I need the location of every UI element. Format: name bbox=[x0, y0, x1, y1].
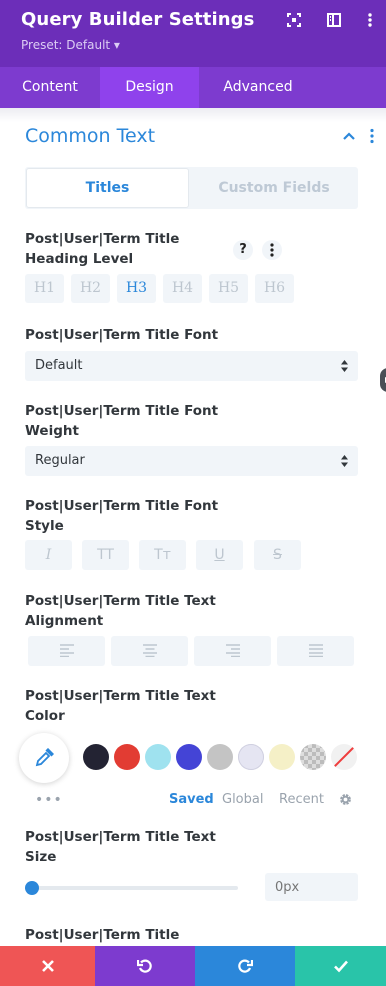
text-size-slider-track[interactable] bbox=[32, 886, 238, 890]
redo-icon bbox=[238, 959, 253, 973]
label-line: Alignment bbox=[25, 613, 104, 629]
color-swatch[interactable] bbox=[145, 744, 171, 770]
color-swatch[interactable] bbox=[238, 744, 264, 770]
font-select[interactable]: Default bbox=[25, 351, 358, 381]
help-icon[interactable]: ? bbox=[233, 240, 253, 260]
tab-design[interactable]: Design bbox=[100, 67, 199, 108]
color-swatch[interactable] bbox=[176, 744, 202, 770]
select-arrows-icon bbox=[341, 360, 348, 372]
subtab-custom-fields[interactable]: Custom Fields bbox=[191, 168, 357, 208]
text-size-input[interactable] bbox=[265, 873, 358, 901]
label-line: Post|User|Term Title Text bbox=[25, 829, 216, 845]
tab-shadow bbox=[0, 108, 386, 122]
modal-title: Query Builder Settings bbox=[21, 9, 255, 30]
footer-actions bbox=[0, 946, 386, 986]
heading-h6-button[interactable]: H6 bbox=[255, 274, 294, 303]
text-alignment-label: Post|User|Term Title Text Alignment bbox=[25, 591, 225, 631]
underline-icon[interactable]: U bbox=[196, 540, 243, 570]
more-options-icon[interactable] bbox=[362, 12, 378, 28]
palette-tab-recent[interactable]: Recent bbox=[279, 792, 324, 807]
uppercase-icon[interactable]: TT bbox=[82, 540, 129, 570]
label-line: Post|User|Term Title Text bbox=[25, 688, 216, 704]
label-line: Size bbox=[25, 849, 57, 865]
label-line: Color bbox=[25, 708, 65, 724]
heading-level-label: Post|User|Term Title Heading Level bbox=[25, 229, 225, 269]
text-size-slider-thumb[interactable] bbox=[25, 881, 39, 895]
align-center-icon[interactable] bbox=[111, 636, 188, 666]
preset-dropdown[interactable]: Preset: Default ▾ bbox=[21, 38, 120, 52]
font-weight-select-value: Regular bbox=[35, 453, 85, 468]
capitalize-icon[interactable]: Tᴛ bbox=[139, 540, 186, 570]
align-justify-icon[interactable] bbox=[277, 636, 354, 666]
gear-icon[interactable] bbox=[338, 792, 353, 807]
no-color-swatch[interactable] bbox=[331, 744, 357, 770]
undo-button[interactable] bbox=[95, 946, 195, 986]
settings-header: Query Builder Settings Preset: Default ▾ bbox=[0, 0, 386, 67]
color-swatch[interactable] bbox=[269, 744, 295, 770]
heading-h1-button[interactable]: H1 bbox=[25, 274, 64, 303]
settings-content: Common Text Titles Custom Fields Post|Us… bbox=[0, 108, 386, 946]
tab-advanced[interactable]: Advanced bbox=[199, 67, 317, 108]
strikethrough-icon[interactable]: S bbox=[254, 540, 301, 570]
heading-h5-button[interactable]: H5 bbox=[209, 274, 248, 303]
font-weight-select[interactable]: Regular bbox=[25, 446, 358, 476]
text-color-label: Post|User|Term Title Text Color bbox=[25, 686, 225, 726]
select-arrows-icon bbox=[341, 455, 348, 467]
group-menu-icon[interactable] bbox=[368, 128, 376, 144]
align-left-icon[interactable] bbox=[28, 636, 105, 666]
color-swatch[interactable] bbox=[114, 744, 140, 770]
transparent-swatch[interactable] bbox=[300, 744, 326, 770]
color-picker-button[interactable] bbox=[19, 733, 69, 783]
label-line: Heading Level bbox=[25, 251, 134, 267]
font-weight-label: Post|User|Term Title Font Weight bbox=[25, 401, 225, 441]
sidebar-toggle-icon[interactable] bbox=[326, 12, 342, 28]
heading-h3-button[interactable]: H3 bbox=[117, 274, 156, 303]
sidebar-drag-handle[interactable] bbox=[380, 368, 386, 392]
font-select-value: Default bbox=[35, 358, 83, 373]
palette-tab-global[interactable]: Global bbox=[222, 792, 263, 807]
label-line: Post|User|Term Title Text bbox=[25, 593, 216, 609]
font-style-label: Post|User|Term Title Font Style bbox=[25, 496, 225, 536]
field-menu-icon[interactable] bbox=[262, 240, 282, 260]
label-line: Weight bbox=[25, 423, 79, 439]
close-icon bbox=[41, 960, 54, 972]
label-line: Post|User|Term Title Font bbox=[25, 498, 219, 514]
eyedropper-icon bbox=[35, 748, 54, 767]
subtabs: Titles Custom Fields bbox=[25, 167, 358, 209]
label-line: Style bbox=[25, 518, 64, 534]
check-icon bbox=[333, 960, 348, 973]
tab-content[interactable]: Content bbox=[0, 67, 100, 108]
redo-button[interactable] bbox=[195, 946, 295, 986]
italic-icon[interactable]: I bbox=[25, 540, 72, 570]
palette-tab-saved[interactable]: Saved bbox=[169, 792, 214, 807]
discard-button[interactable] bbox=[0, 946, 95, 986]
save-button[interactable] bbox=[295, 946, 386, 986]
subtab-titles[interactable]: Titles bbox=[26, 168, 189, 208]
undo-icon bbox=[137, 959, 152, 973]
label-line: Post|User|Term Title bbox=[25, 231, 180, 247]
settings-tabs: Content Design Advanced bbox=[0, 67, 386, 108]
expand-icon[interactable] bbox=[286, 12, 302, 28]
letter-spacing-label: Post|User|Term Title Letter bbox=[25, 927, 180, 943]
heading-h2-button[interactable]: H2 bbox=[71, 274, 110, 303]
align-right-icon[interactable] bbox=[194, 636, 271, 666]
label-line: Post|User|Term Title Font bbox=[25, 403, 219, 419]
group-title[interactable]: Common Text bbox=[25, 125, 155, 147]
font-label: Post|User|Term Title Font bbox=[25, 327, 219, 343]
color-swatch[interactable] bbox=[207, 744, 233, 770]
more-colors-icon[interactable]: ••• bbox=[35, 792, 63, 808]
heading-h4-button[interactable]: H4 bbox=[163, 274, 202, 303]
text-size-label: Post|User|Term Title Text Size bbox=[25, 827, 225, 867]
chevron-up-icon[interactable] bbox=[342, 130, 356, 142]
color-swatch[interactable] bbox=[83, 744, 109, 770]
